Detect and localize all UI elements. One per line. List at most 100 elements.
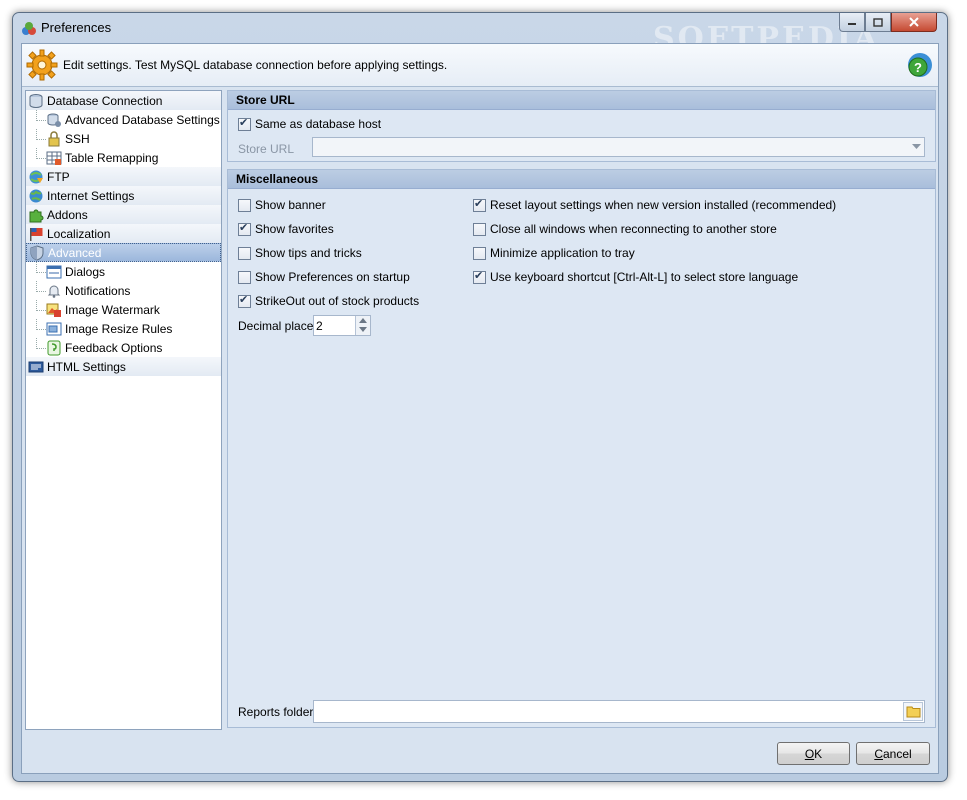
option-checkbox-show-favorites[interactable]: Show favorites — [238, 221, 334, 236]
checkbox-box[interactable] — [473, 269, 486, 284]
dialog-icon — [46, 265, 62, 278]
title-bar[interactable]: Preferences SOFTPEDIA — [13, 13, 947, 56]
tree-item-internet-settings[interactable]: Internet Settings — [26, 186, 221, 205]
maximize-button[interactable] — [865, 13, 891, 32]
cancel-button[interactable]: Cancel — [856, 742, 930, 765]
dropdown-arrow-icon[interactable] — [912, 144, 921, 150]
checkbox-label: Show Preferences on startup — [255, 270, 410, 284]
preferences-window: Preferences SOFTPEDIA Edit settings. Tes… — [12, 12, 948, 782]
reports-folder-input[interactable] — [313, 700, 925, 723]
window-title: Preferences — [41, 20, 112, 35]
tree-connector — [36, 338, 46, 349]
database-icon — [29, 93, 43, 108]
tree-item-label: Advanced — [48, 245, 102, 260]
tree-item-label: SSH — [65, 131, 90, 146]
miscellaneous-header: Miscellaneous — [228, 170, 935, 189]
minimize-button[interactable] — [839, 13, 865, 32]
option-checkbox-close-all-windows-when-reconnecting-to-another-store[interactable]: Close all windows when reconnecting to a… — [473, 222, 777, 236]
header-instructions: Edit settings. Test MySQL database conne… — [63, 58, 448, 72]
tree-item-label: HTML Settings — [47, 359, 126, 374]
tree-item-label: Notifications — [65, 283, 131, 298]
help-icon[interactable]: ? — [906, 51, 934, 79]
option-checkbox-reset-layout-settings-when-new-version-installed-recommended[interactable]: Reset layout settings when new version i… — [473, 197, 837, 212]
store-url-label: Store URL — [238, 142, 295, 156]
tree-item-feedback-options[interactable]: Feedback Options — [26, 338, 221, 357]
tree-connector — [36, 319, 46, 330]
tree-item-advanced-database-settings[interactable]: Advanced Database Settings — [26, 110, 221, 129]
tree-connector — [36, 281, 46, 292]
feedback-icon — [47, 340, 61, 355]
decimal-places-label: Decimal places — [238, 319, 320, 333]
checkbox-box[interactable] — [238, 246, 251, 260]
tree-item-database-connection[interactable]: Database Connection — [26, 91, 221, 110]
checkbox-box[interactable] — [238, 116, 251, 131]
html-icon — [28, 361, 44, 372]
ok-button[interactable]: OK — [777, 742, 850, 765]
option-checkbox-show-preferences-on-startup[interactable]: Show Preferences on startup — [238, 270, 410, 284]
option-checkbox-strikeout-out-of-stock-products[interactable]: StrikeOut out of stock products — [238, 293, 419, 308]
checkbox-box[interactable] — [238, 198, 251, 212]
close-button[interactable] — [891, 13, 937, 32]
checkbox-box[interactable] — [238, 293, 251, 308]
table-icon — [46, 151, 62, 165]
settings-tree[interactable]: Database Connection Advanced Database Set… — [25, 90, 222, 730]
folder-icon — [906, 706, 921, 718]
tree-item-image-watermark[interactable]: Image Watermark — [26, 300, 221, 319]
tree-item-addons[interactable]: Addons — [26, 205, 221, 224]
tree-item-ftp[interactable]: FTP — [26, 167, 221, 186]
ftp-icon — [29, 170, 43, 183]
flag-icon — [30, 227, 43, 241]
checkbox-label: Reset layout settings when new version i… — [490, 198, 837, 212]
tree-connector — [36, 129, 46, 140]
svg-text:?: ? — [914, 60, 922, 75]
tree-item-label: Database Connection — [47, 93, 163, 108]
bell-icon — [47, 285, 61, 298]
checkbox-box[interactable] — [473, 197, 486, 212]
tree-item-table-remapping[interactable]: Table Remapping — [26, 148, 221, 167]
tree-item-label: Table Remapping — [65, 150, 159, 165]
tree-connector — [36, 300, 46, 311]
tree-item-label: Addons — [47, 207, 88, 222]
browse-folder-button[interactable] — [903, 702, 923, 721]
close-icon — [909, 17, 919, 27]
checkbox-box[interactable] — [473, 222, 486, 236]
same-as-host-checkbox[interactable]: Same as database host — [238, 116, 381, 131]
cancel-label: ancel — [882, 746, 912, 761]
option-checkbox-use-keyboard-shortcut-ctrl-alt-l-to-select-store-language[interactable]: Use keyboard shortcut [Ctrl-Alt-L] to se… — [473, 269, 798, 284]
ok-label: K — [814, 746, 823, 761]
reports-folder-label: Reports folder — [238, 705, 314, 719]
globe-icon — [29, 189, 43, 202]
tree-item-ssh[interactable]: SSH — [26, 129, 221, 148]
decimal-places-value: 2 — [316, 319, 323, 333]
tree-item-label: Localization — [47, 226, 111, 241]
tree-connector — [36, 262, 46, 273]
minimize-icon — [848, 23, 856, 25]
tree-connector — [36, 148, 46, 159]
tree-item-label: Advanced Database Settings — [65, 112, 220, 127]
spin-up-icon[interactable] — [359, 318, 367, 323]
tree-item-dialogs[interactable]: Dialogs — [26, 262, 221, 281]
client-area: Edit settings. Test MySQL database conne… — [21, 43, 939, 774]
miscellaneous-group: Miscellaneous Show banner Show favorites S… — [227, 169, 936, 728]
checkbox-box[interactable] — [473, 246, 486, 260]
resize-icon — [46, 322, 62, 335]
gear-icon — [26, 49, 58, 81]
tree-item-advanced[interactable]: Advanced — [26, 243, 221, 262]
tree-item-notifications[interactable]: Notifications — [26, 281, 221, 300]
spin-down-icon[interactable] — [359, 327, 367, 332]
store-url-combo[interactable] — [312, 137, 925, 157]
lock-icon — [48, 130, 60, 146]
database-settings-icon — [47, 113, 61, 127]
decimal-places-stepper[interactable]: 2 — [313, 315, 371, 336]
checkbox-box[interactable] — [238, 270, 251, 284]
spin-buttons[interactable] — [355, 316, 370, 335]
option-checkbox-show-banner[interactable]: Show banner — [238, 198, 326, 212]
app-icon — [22, 22, 36, 35]
option-checkbox-minimize-application-to-tray[interactable]: Minimize application to tray — [473, 246, 635, 260]
tree-item-image-resize-rules[interactable]: Image Resize Rules — [26, 319, 221, 338]
checkbox-box[interactable] — [238, 221, 251, 236]
tree-item-label: FTP — [47, 169, 70, 184]
tree-item-html-settings[interactable]: HTML Settings — [26, 357, 221, 376]
tree-item-localization[interactable]: Localization — [26, 224, 221, 243]
option-checkbox-show-tips-and-tricks[interactable]: Show tips and tricks — [238, 246, 362, 260]
